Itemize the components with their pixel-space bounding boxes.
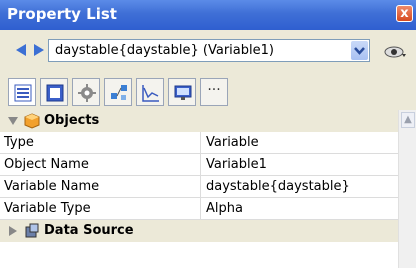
object-select[interactable]: daystable{daystable} (Variable1) [48, 39, 370, 62]
panel-icon [46, 84, 64, 102]
vertical-scrollbar[interactable]: ▲ [398, 110, 416, 268]
property-row[interactable]: Type Variable [0, 132, 398, 154]
tab-panel[interactable] [40, 78, 68, 106]
column-divider [200, 132, 201, 154]
property-value: daystable{daystable} [206, 179, 350, 194]
tab-settings[interactable] [72, 78, 100, 106]
section-title: Objects [44, 113, 100, 128]
database-icon [25, 223, 39, 238]
chevron-down-icon [354, 47, 365, 55]
tab-list[interactable] [8, 78, 36, 106]
prev-next-arrows-icon[interactable] [14, 43, 46, 57]
property-grid: Objects Type Variable Object Name Variab… [0, 110, 416, 268]
property-value: Alpha [206, 201, 243, 216]
property-row[interactable]: Object Name Variable1 [0, 154, 398, 176]
column-divider [200, 176, 201, 198]
list-icon [14, 84, 32, 102]
more-icon: ··· [207, 82, 221, 98]
window-title: Property List [7, 5, 117, 23]
column-divider [200, 154, 201, 176]
property-row[interactable]: Variable Name daystable{daystable} [0, 176, 398, 198]
eye-icon[interactable] [384, 45, 406, 59]
tab-bar: ··· [0, 72, 416, 110]
property-list-window: Property List x daystable{daystable} (Va… [0, 0, 416, 268]
property-key: Variable Type [4, 201, 91, 216]
property-key: Type [4, 135, 34, 150]
section-header-objects[interactable]: Objects [0, 110, 398, 132]
property-key: Object Name [4, 157, 89, 172]
dropdown-button[interactable] [351, 41, 368, 60]
section-title: Data Source [44, 223, 134, 238]
tab-network[interactable] [104, 78, 132, 106]
chart-icon [142, 85, 159, 102]
property-key: Variable Name [4, 179, 100, 194]
monitor-icon [174, 85, 192, 100]
tab-chart[interactable] [136, 78, 164, 106]
tab-display[interactable] [168, 78, 196, 106]
column-divider [200, 198, 201, 220]
section-header-data-source[interactable]: Data Source [0, 220, 398, 242]
property-value: Variable [206, 135, 259, 150]
scroll-up-icon[interactable]: ▲ [401, 112, 415, 128]
triangle-down-icon[interactable] [8, 116, 18, 126]
objects-icon [24, 113, 40, 129]
title-bar: Property List x [0, 0, 416, 30]
object-selector-row: daystable{daystable} (Variable1) [0, 32, 416, 70]
object-select-value: daystable{daystable} (Variable1) [55, 43, 274, 58]
tab-more[interactable]: ··· [200, 78, 228, 106]
close-button[interactable]: x [396, 5, 413, 22]
gear-icon [78, 84, 96, 102]
property-row[interactable]: Variable Type Alpha [0, 198, 398, 220]
triangle-right-icon[interactable] [8, 226, 18, 236]
property-value: Variable1 [206, 157, 267, 172]
network-icon [111, 85, 127, 100]
